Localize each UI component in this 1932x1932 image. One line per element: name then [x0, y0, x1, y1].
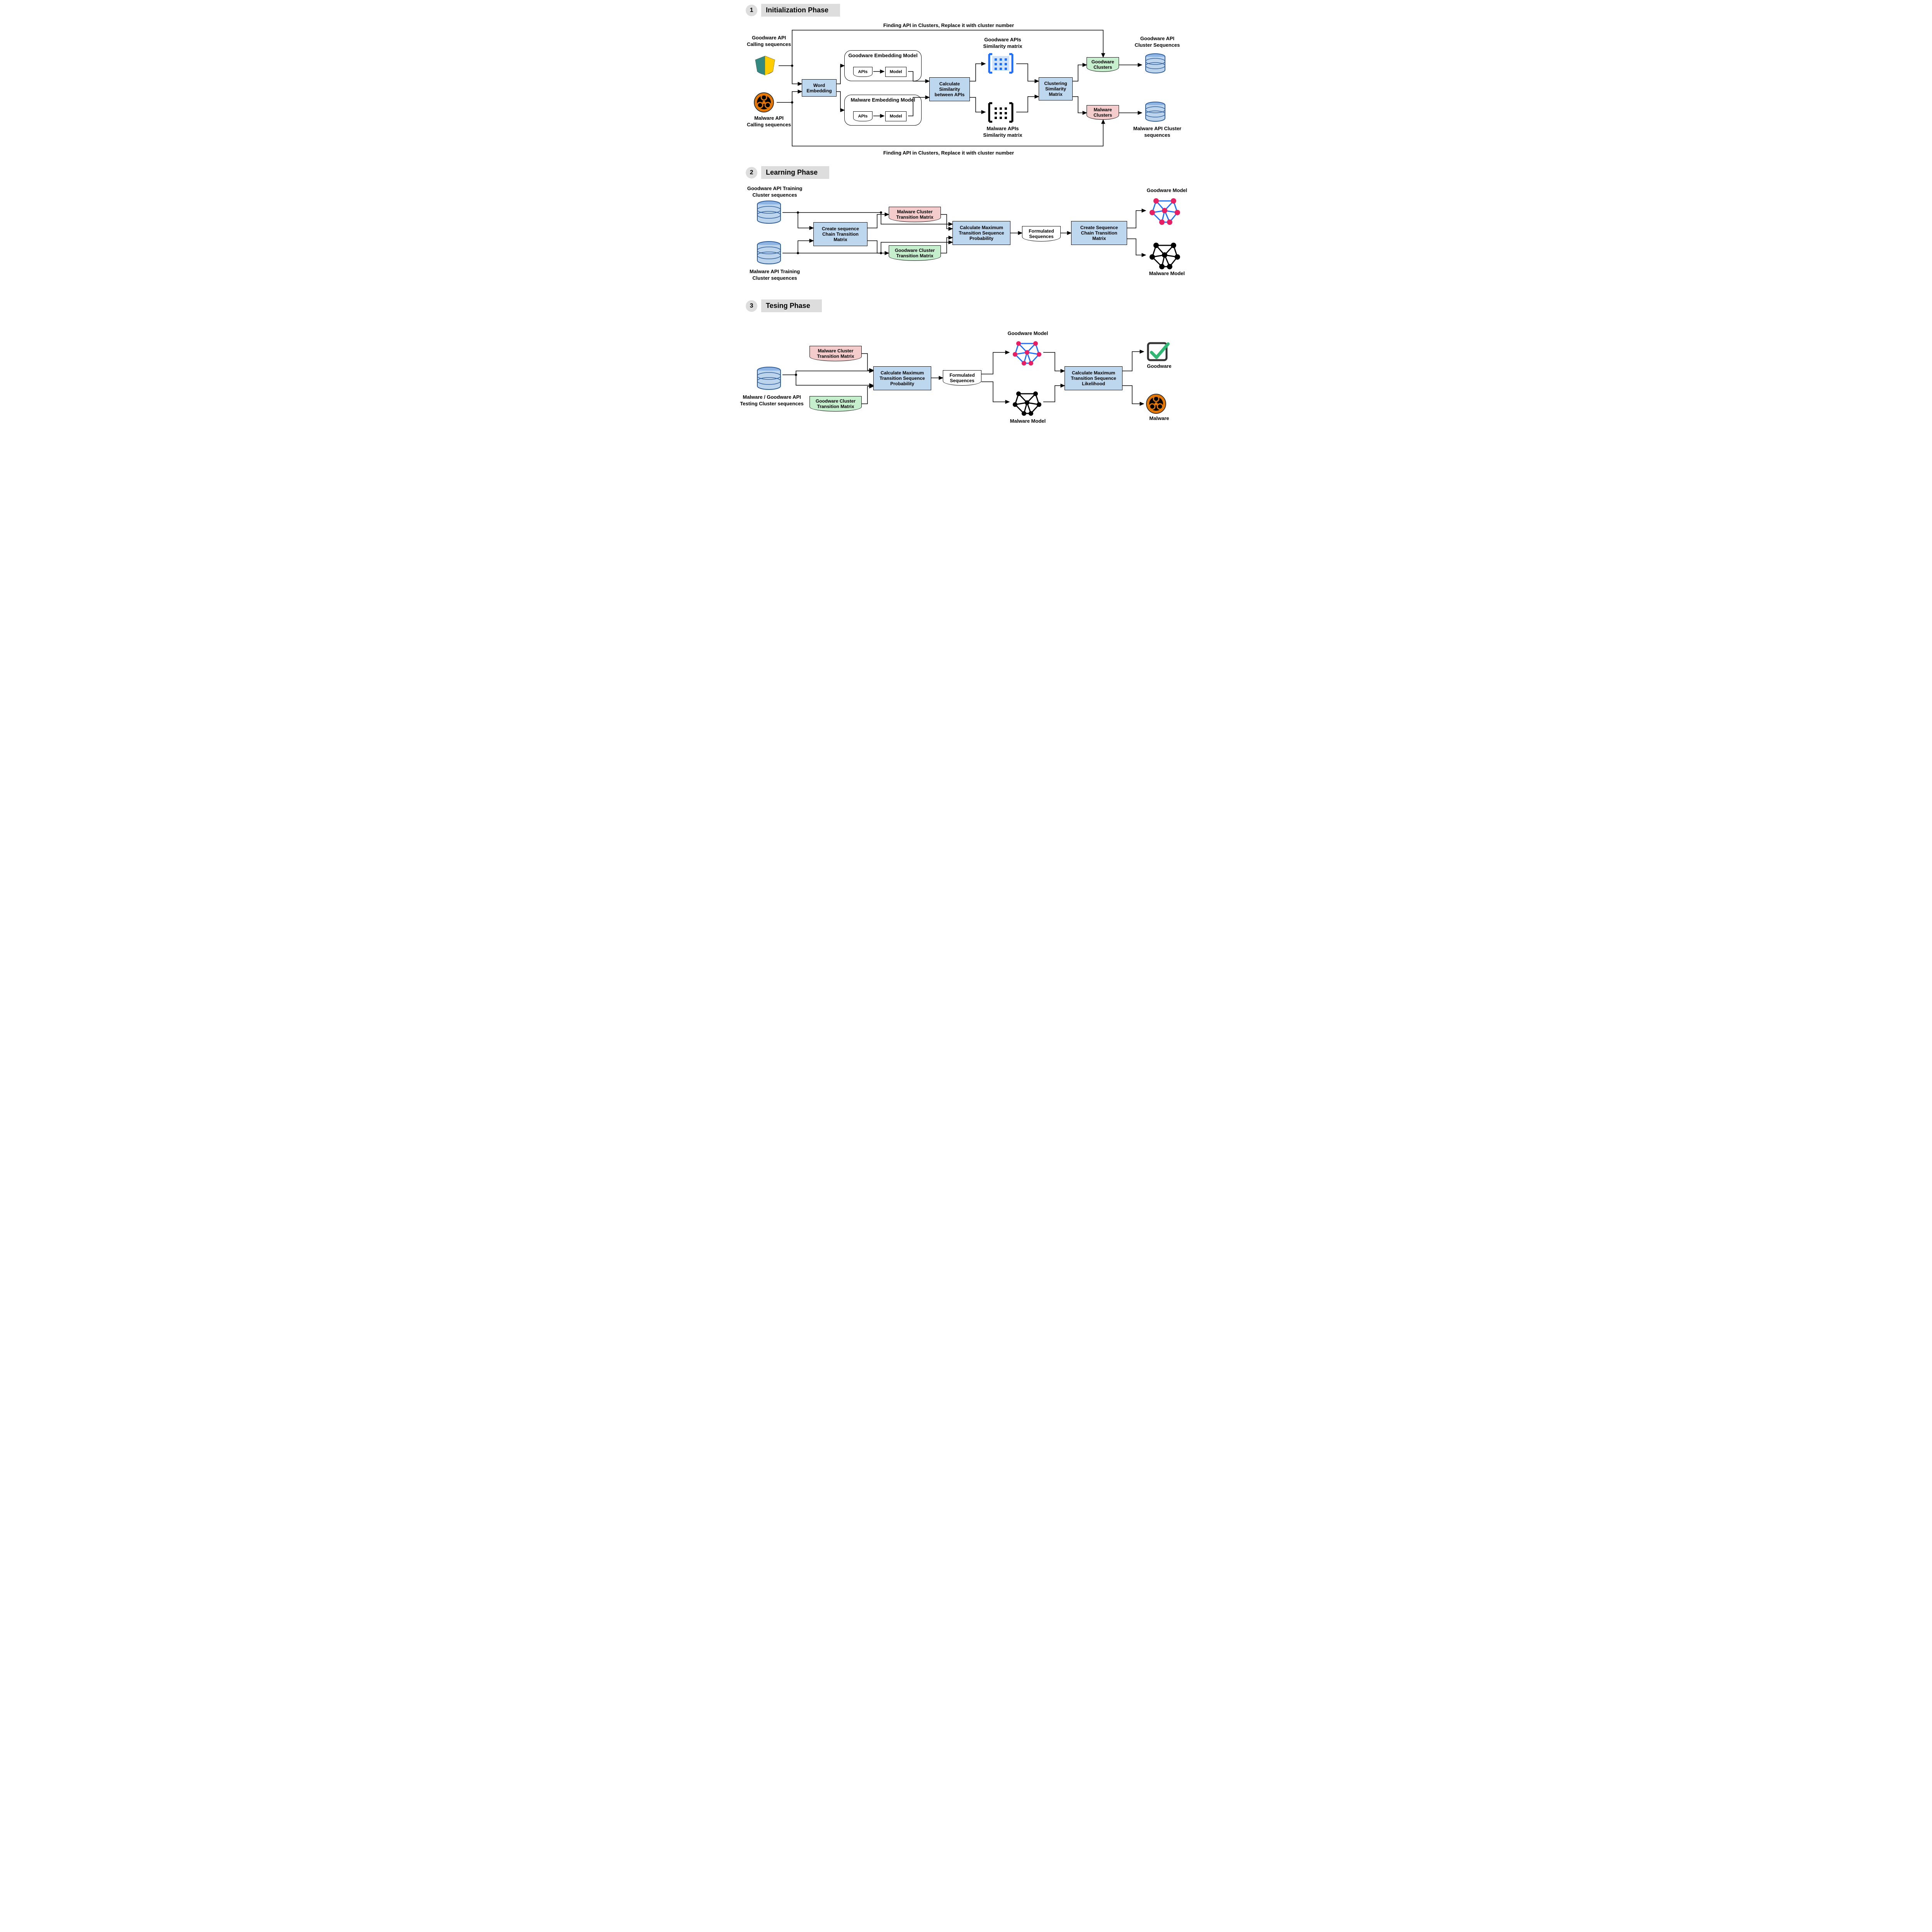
p3-goodware-cluster-tm: Goodware Cluster Transition Matrix — [810, 396, 862, 412]
phase-2-num: 2 — [746, 167, 757, 179]
p3-formulated-seq: Formulated Sequences — [943, 370, 981, 386]
network-icon-pink — [1148, 195, 1181, 228]
goodware-cluster-tm: Goodware Cluster Transition Matrix — [889, 245, 941, 261]
p3-goodware-model-label: Goodware Model — [1003, 330, 1053, 337]
db-icon-1 — [1144, 52, 1167, 77]
malware-result-label: Malware — [1140, 415, 1179, 422]
db-icon-2 — [1144, 100, 1167, 126]
p3-malware-model-label: Malware Model — [1003, 418, 1053, 425]
phase-2-header: 2 Learning Phase — [746, 166, 829, 179]
phase-1-num: 1 — [746, 5, 757, 16]
p3-malware-cluster-tm: Malware Cluster Transition Matrix — [810, 346, 862, 361]
malware-api-cluster-seq-label: Malware API Cluster sequences — [1132, 126, 1182, 139]
goodware-model-label: Goodware Model — [1142, 187, 1192, 194]
db-icon-3 — [755, 199, 782, 228]
phase-1-header: 1 Initialization Phase — [746, 4, 840, 17]
malware-training-label: Malware API Training Cluster sequences — [742, 269, 808, 282]
phase-1-title: Initialization Phase — [761, 4, 840, 17]
phase-3-header: 3 Tesing Phase — [746, 299, 822, 312]
goodware-embedding-model-container: Goodware Embedding Model APIs Model — [844, 50, 922, 81]
note-top: Finding API in Clusters, Replace it with… — [842, 22, 1055, 29]
db-icon-5 — [755, 365, 782, 394]
p3-network-icon-black — [1012, 388, 1043, 419]
clustering-box: Clustering Similarity Matrix — [1039, 77, 1073, 100]
model-box-2: Model — [885, 111, 906, 121]
blue-matrix-icon — [985, 52, 1016, 77]
biohazard-icon — [753, 92, 775, 115]
phase-2-title: Learning Phase — [761, 166, 829, 179]
black-matrix-icon — [985, 101, 1016, 126]
calc-max-box: Calculate Maximum Transition Sequence Pr… — [952, 221, 1010, 245]
malware-embedding-model-container: Malware Embedding Model APIs Model — [844, 95, 922, 126]
goodware-clusters: Goodware Clusters — [1087, 57, 1119, 72]
goodware-api-calling-label: Goodware API Calling sequences — [746, 35, 792, 48]
goodware-api-cluster-seq-label: Goodware API Cluster Sequences — [1132, 36, 1182, 49]
network-icon-black — [1148, 240, 1181, 272]
model-box: Model — [885, 67, 906, 77]
goodware-result-label: Goodware — [1140, 363, 1179, 370]
formulated-seq: Formulated Sequences — [1022, 226, 1061, 242]
malware-api-calling-label: Malware API Calling sequences — [746, 115, 792, 128]
calc-likelihood-box: Calculate Maximum Transition Sequence Li… — [1065, 366, 1122, 390]
checkmark-icon — [1146, 340, 1171, 365]
apis-doc-2: APIs — [853, 111, 872, 121]
testing-input-label: Malware / Goodware API Testing Cluster s… — [740, 394, 804, 407]
create-seq-chain-box: Create Sequence Chain Transition Matrix — [1071, 221, 1127, 245]
phase-3-num: 3 — [746, 300, 757, 312]
malware-embed-model-label: Malware Embedding Model — [845, 97, 921, 104]
p3-calc-max-box: Calculate Maximum Transition Sequence Pr… — [873, 366, 931, 390]
word-embedding-box: Word Embedding — [802, 79, 837, 97]
apis-doc: APIs — [853, 67, 872, 77]
goodware-embed-model-label: Goodware Embedding Model — [845, 53, 921, 59]
malware-model-label: Malware Model — [1142, 270, 1192, 277]
create-chain-box: Create sequence Chain Transition Matrix — [813, 222, 867, 246]
calc-similarity-box: Calculate Similarity between APIs — [929, 77, 970, 101]
malware-detection-pipeline-diagram: 1 Initialization Phase Finding API in Cl… — [734, 0, 1198, 445]
shield-icon — [753, 54, 777, 79]
phase-3-title: Tesing Phase — [761, 299, 822, 312]
db-icon-4 — [755, 240, 782, 269]
malware-sim-matrix-label: Malware APIs Similarity matrix — [976, 126, 1030, 139]
goodware-sim-matrix-label: Goodware APIs Similarity matrix — [976, 37, 1030, 50]
goodware-training-label: Goodware API Training Cluster sequences — [742, 185, 808, 199]
p3-network-icon-pink — [1012, 338, 1043, 369]
biohazard-icon-2 — [1146, 393, 1167, 417]
malware-cluster-tm: Malware Cluster Transition Matrix — [889, 207, 941, 222]
note-bottom: Finding API in Clusters, Replace it with… — [842, 150, 1055, 156]
malware-clusters: Malware Clusters — [1087, 105, 1119, 120]
